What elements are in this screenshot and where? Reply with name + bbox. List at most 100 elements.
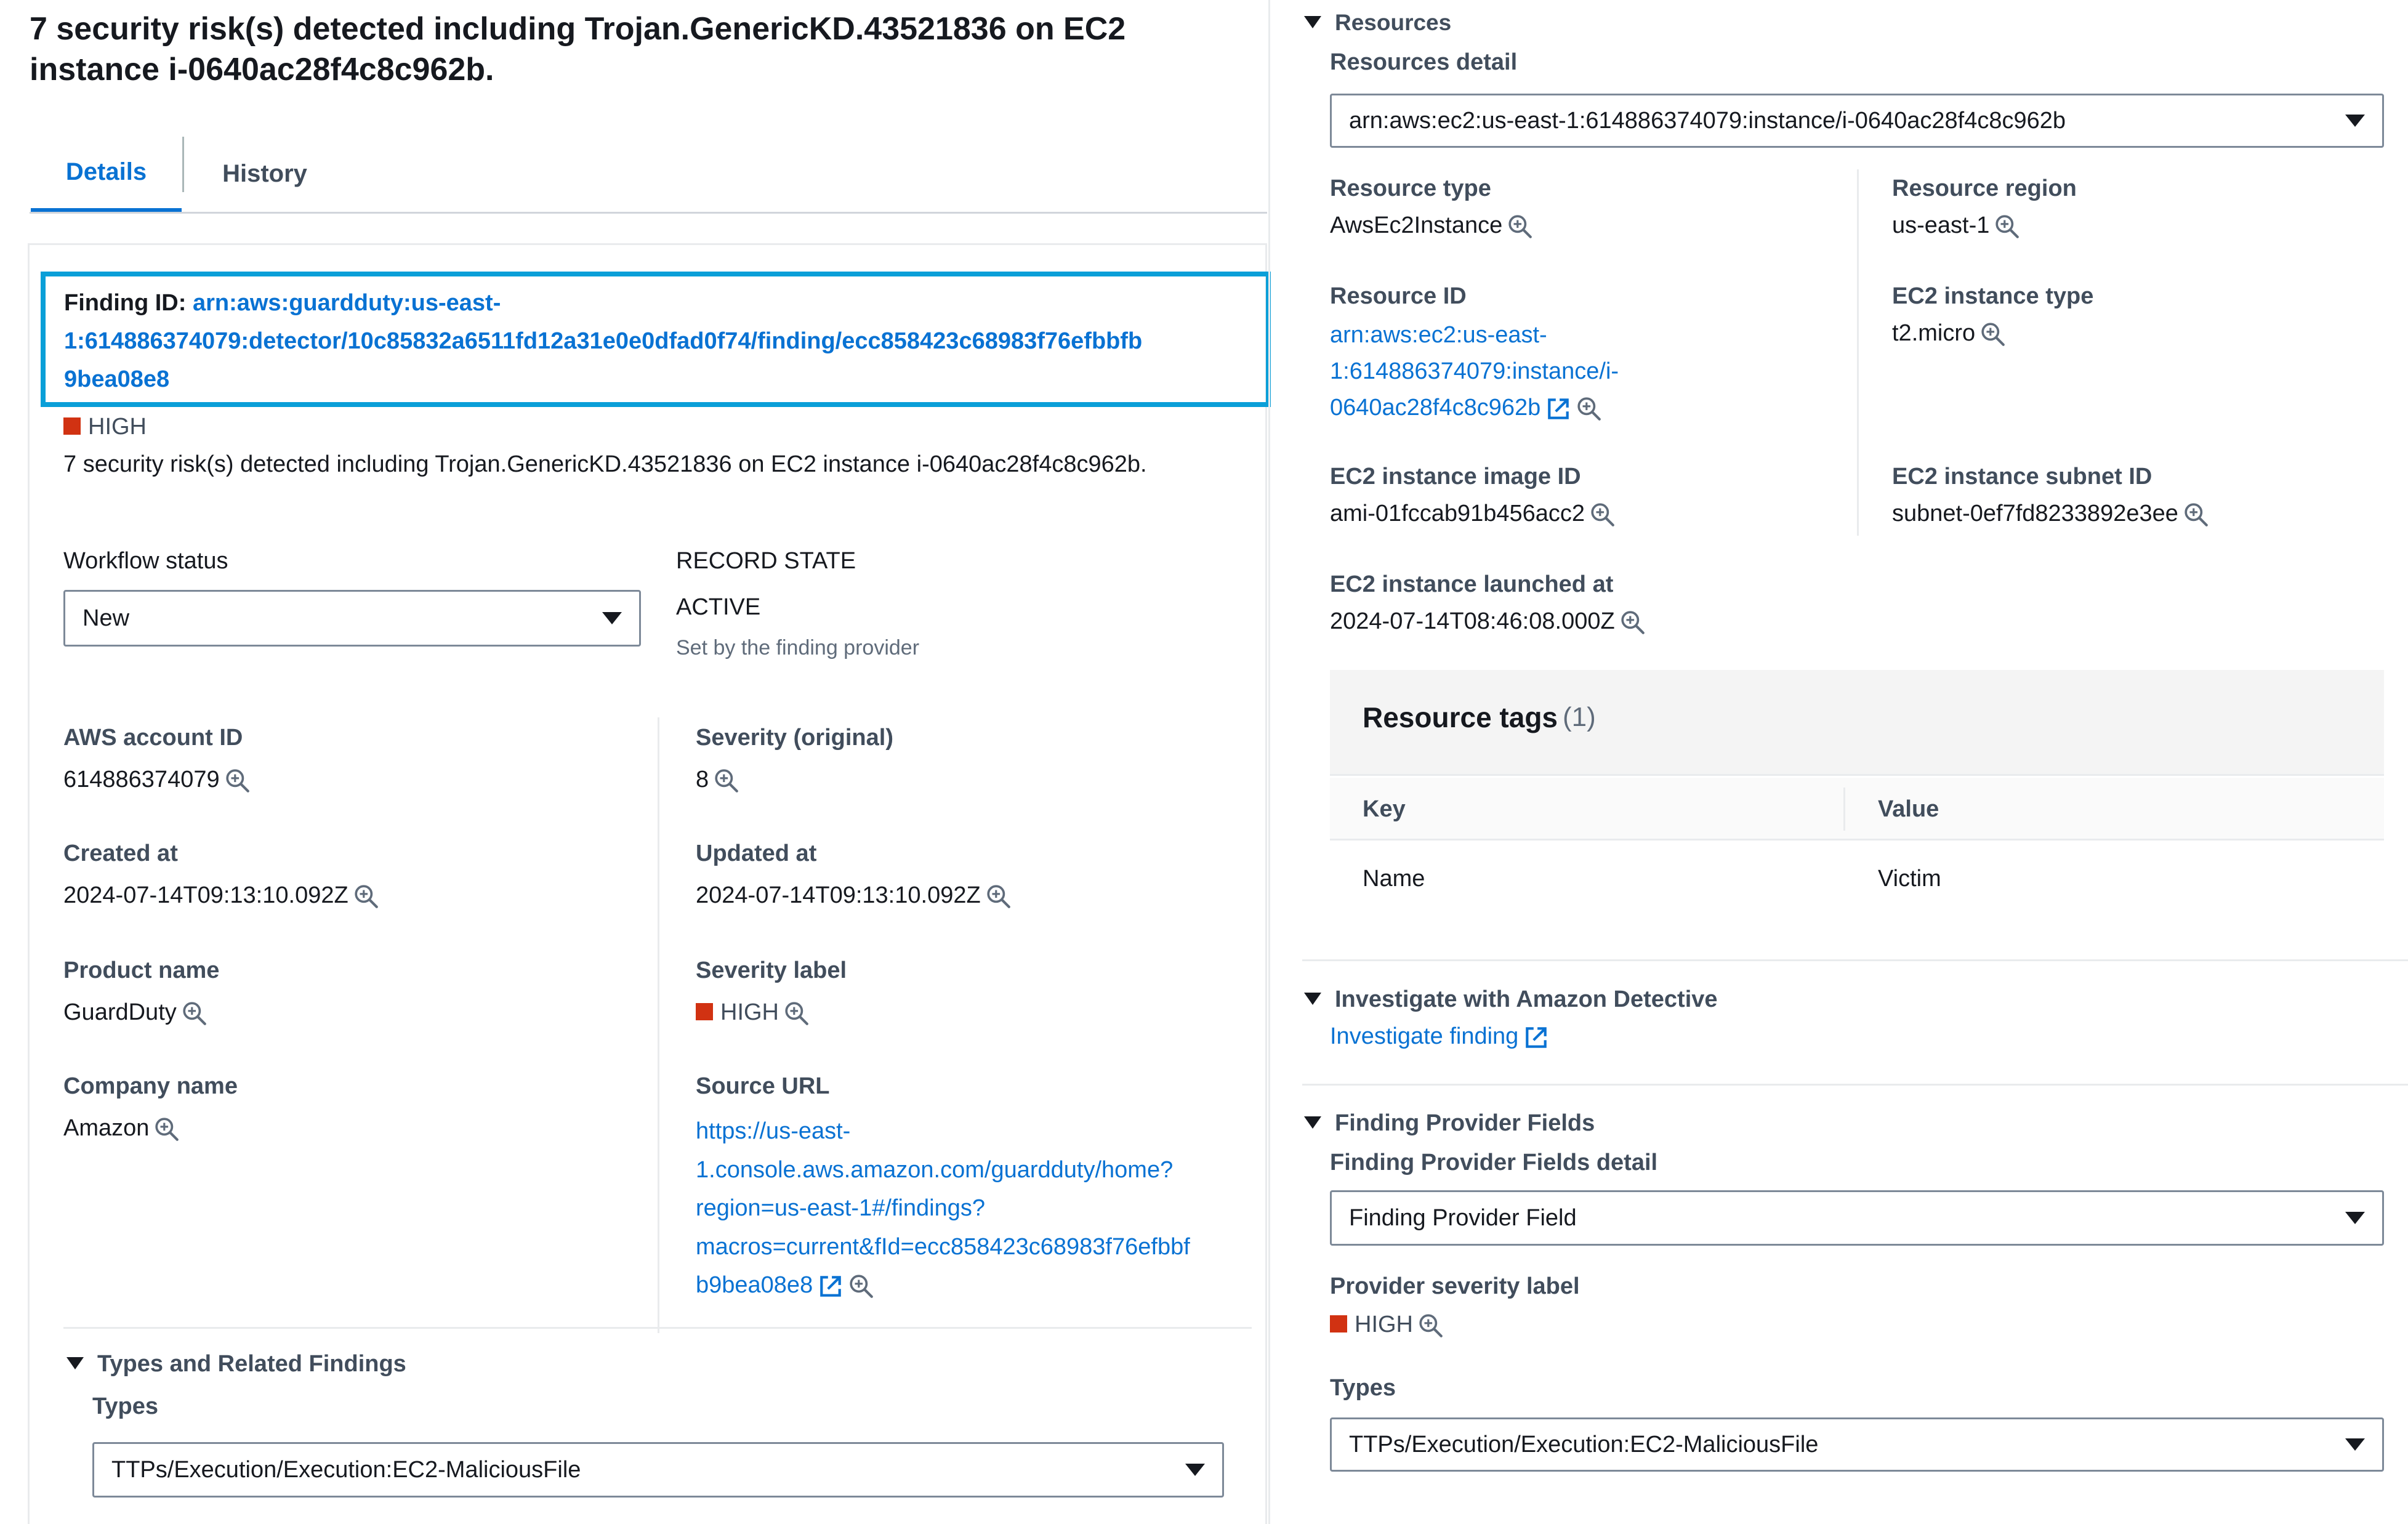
record-state-value: ACTIVE [676,594,761,620]
created-at-text: 2024-07-14T09:13:10.092Z [63,882,348,908]
instance-type-value: t2.micro [1892,320,2006,347]
resource-tags-header: Resource tags (1) [1330,670,2384,776]
source-url-link-line1[interactable]: https://us-east- [696,1112,1190,1151]
zoom-in-icon[interactable] [1980,321,2006,347]
zoom-in-icon[interactable] [784,1001,810,1026]
source-url-link-line4[interactable]: macros=current&fId=ecc858423c68983f76efb… [696,1228,1190,1267]
company-name-label: Company name [63,1073,238,1099]
tab-history[interactable]: History [185,135,345,212]
tags-column-header-row: Key Value [1330,778,2384,841]
resource-id-link-line3[interactable]: 0640ac28f4c8c962b [1330,395,1540,421]
instance-type-label: EC2 instance type [1892,283,2094,309]
provider-types-select-value: TTPs/Execution/Execution:EC2-MaliciousFi… [1349,1431,1819,1457]
instance-type-text: t2.micro [1892,320,1976,346]
tab-details-label: Details [65,158,147,185]
aws-account-id-text: 614886374079 [63,767,220,792]
expand-triangle-icon [1304,1116,1321,1129]
source-url-link-line3[interactable]: region=us-east-1#/findings? [696,1189,1190,1228]
resource-tags-title: Resource tags [1363,701,1558,733]
image-id-value: ami-01fccab91b456acc2 [1330,501,1616,528]
types-select-value: TTPs/Execution/Execution:EC2-MaliciousFi… [111,1456,581,1483]
resources-title: Resources [1335,10,1452,35]
tab-details[interactable]: Details [31,135,182,212]
resources-bottom-divider [1302,959,2408,961]
types-label: Types [92,1393,159,1419]
zoom-in-icon[interactable] [714,768,739,794]
caret-down-icon [1185,1464,1205,1476]
resource-type-text: AwsEc2Instance [1330,212,1503,238]
zoom-in-icon[interactable] [1620,610,1646,635]
types-divider [63,1327,1252,1329]
zoom-in-icon[interactable] [1590,502,1616,528]
product-name-value: GuardDuty [63,999,207,1026]
finding-id-link-line1[interactable]: arn:aws:guardduty:us-east- [193,290,501,316]
types-section-title: Types and Related Findings [97,1351,406,1377]
zoom-in-icon[interactable] [1507,214,1533,240]
finding-description: 7 security risk(s) detected including Tr… [63,451,1147,477]
tab-separator [182,137,184,192]
image-id-label: EC2 instance image ID [1330,464,1581,490]
resource-tags-table: Resource tags (1) Key Value Name Victim [1330,670,2384,922]
panel-split-divider [1268,0,1270,1524]
image-id-text: ami-01fccab91b456acc2 [1330,501,1585,526]
resources-section-header[interactable]: Resources [1304,10,1451,36]
company-name-value: Amazon [63,1115,180,1142]
zoom-in-icon[interactable] [1994,214,2020,240]
resources-detail-label: Resources detail [1330,49,1518,75]
tags-column-divider [1843,788,1845,831]
source-url-label: Source URL [696,1073,830,1099]
provider-fields-section-header[interactable]: Finding Provider Fields [1304,1110,1595,1137]
investigate-finding-text: Investigate finding [1330,1023,1519,1049]
zoom-in-icon[interactable] [848,1273,874,1299]
provider-types-select[interactable]: TTPs/Execution/Execution:EC2-MaliciousFi… [1330,1417,2384,1472]
investigate-finding-link[interactable]: Investigate finding [1330,1023,1549,1050]
tags-value-header[interactable]: Value [1878,796,1939,823]
zoom-in-icon[interactable] [986,884,1012,909]
workflow-status-select[interactable]: New [63,590,641,647]
tags-key-header[interactable]: Key [1363,796,1406,823]
expand-triangle-icon [1304,16,1321,29]
resource-id-link-line2[interactable]: 1:614886374079:instance/i- [1330,353,1619,390]
resource-tags-count: (1) [1563,702,1596,732]
company-name-text: Amazon [63,1115,150,1141]
caret-down-icon [2345,1212,2365,1224]
caret-down-icon [2345,1438,2365,1451]
resource-id-label: Resource ID [1330,283,1467,309]
record-state-label: RECORD STATE [676,548,856,574]
resource-type-value: AwsEc2Instance [1330,212,1533,240]
types-section-header[interactable]: Types and Related Findings [66,1351,406,1377]
product-name-text: GuardDuty [63,999,177,1025]
provider-types-label: Types [1330,1375,1396,1401]
source-url-link-line5[interactable]: b9bea08e8 [696,1272,813,1298]
severity-square-icon [1330,1315,1347,1332]
tag-value-cell: Victim [1878,866,1941,892]
source-url-link-line2[interactable]: 1.console.aws.amazon.com/guardduty/home? [696,1151,1190,1190]
zoom-in-icon[interactable] [353,884,379,909]
zoom-in-icon[interactable] [2183,502,2209,528]
detective-section-header[interactable]: Investigate with Amazon Detective [1304,986,1718,1013]
provider-fields-select[interactable]: Finding Provider Field [1330,1190,2384,1246]
resources-detail-select[interactable]: arn:aws:ec2:us-east-1:614886374079:insta… [1330,94,2384,148]
zoom-in-icon[interactable] [225,768,251,794]
zoom-in-icon[interactable] [154,1116,180,1142]
finding-id-link-line3[interactable]: 9bea08e8 [64,360,1247,398]
provider-fields-detail-label: Finding Provider Fields detail [1330,1150,1658,1175]
zoom-in-icon[interactable] [182,1001,207,1026]
finding-severity: HIGH [63,414,147,440]
caret-down-icon [2345,115,2365,127]
resource-id-link-line1[interactable]: arn:aws:ec2:us-east- [1330,317,1619,353]
types-select[interactable]: TTPs/Execution/Execution:EC2-MaliciousFi… [92,1442,1224,1498]
tag-key-cell: Name [1363,866,1425,892]
tab-history-label: History [222,159,307,187]
external-link-icon[interactable] [1545,396,1571,422]
workflow-status-value: New [83,605,130,631]
zoom-in-icon[interactable] [1418,1313,1444,1339]
finding-id-link-line2[interactable]: 1:614886374079:detector/10c85832a6511fd1… [64,322,1247,360]
provider-severity-text: HIGH [1355,1312,1413,1337]
provider-severity-label: Provider severity label [1330,1273,1580,1299]
provider-fields-select-value: Finding Provider Field [1349,1204,1577,1231]
product-name-label: Product name [63,958,220,983]
external-link-icon[interactable] [818,1273,844,1299]
zoom-in-icon[interactable] [1576,396,1602,422]
page-title: 7 security risk(s) detected including Tr… [30,11,1126,87]
